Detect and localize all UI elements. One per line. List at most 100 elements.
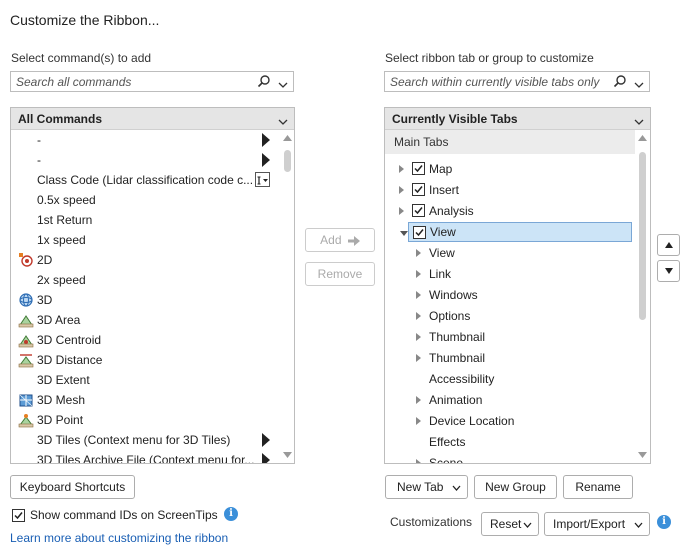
add-button[interactable]: Add bbox=[305, 228, 375, 252]
remove-button-label: Remove bbox=[317, 267, 363, 281]
chevron-down-icon[interactable] bbox=[634, 522, 643, 528]
commands-scrollbar[interactable] bbox=[281, 130, 294, 463]
move-up-button[interactable] bbox=[657, 234, 680, 256]
list-item[interactable]: 3D Mesh bbox=[11, 390, 279, 410]
tree-group-item[interactable]: Device Location bbox=[385, 411, 635, 431]
show-ids-checkbox[interactable] bbox=[12, 509, 25, 522]
chevron-down-icon[interactable] bbox=[634, 115, 644, 125]
search-icon[interactable] bbox=[613, 74, 627, 88]
expand-right-icon[interactable] bbox=[416, 417, 421, 425]
expand-right-icon[interactable] bbox=[416, 333, 421, 341]
info-icon[interactable]: i bbox=[657, 515, 671, 529]
keyboard-shortcuts-button[interactable]: Keyboard Shortcuts bbox=[10, 475, 135, 499]
expand-right-icon[interactable] bbox=[416, 396, 421, 404]
reset-button[interactable]: Reset bbox=[481, 512, 539, 536]
list-item[interactable]: Class Code (Lidar classification code c.… bbox=[11, 170, 279, 190]
tab-checkbox[interactable] bbox=[413, 226, 426, 239]
list-item[interactable]: 3D Tiles Archive File (Context menu for.… bbox=[11, 450, 279, 464]
tree-group-item[interactable]: Animation bbox=[385, 390, 635, 410]
tree-group-item[interactable]: Windows bbox=[385, 285, 635, 305]
scrollbar-thumb[interactable] bbox=[639, 152, 646, 320]
scroll-down-icon[interactable] bbox=[283, 452, 292, 458]
3d-mesh-icon bbox=[18, 392, 34, 408]
list-item[interactable]: 2x speed bbox=[11, 270, 279, 290]
move-down-button[interactable] bbox=[657, 260, 680, 282]
right-search-box[interactable]: Search within currently visible tabs onl… bbox=[384, 71, 650, 92]
expand-right-icon[interactable] bbox=[416, 312, 421, 320]
scroll-down-icon[interactable] bbox=[638, 452, 647, 458]
tabs-dropdown[interactable]: Currently Visible Tabs bbox=[385, 108, 650, 130]
left-search-placeholder: Search all commands bbox=[16, 75, 132, 89]
chevron-down-icon[interactable] bbox=[452, 485, 461, 491]
list-item[interactable]: 3D Tiles (Context menu for 3D Tiles) bbox=[11, 430, 279, 450]
scrollbar-thumb[interactable] bbox=[284, 150, 291, 172]
scroll-up-icon[interactable] bbox=[283, 135, 292, 141]
tabs-scrollbar[interactable] bbox=[636, 130, 649, 463]
list-item-label: 3D Tiles Archive File (Context menu for.… bbox=[37, 453, 255, 464]
list-item[interactable]: 1st Return bbox=[11, 210, 279, 230]
expand-right-icon[interactable] bbox=[416, 270, 421, 278]
left-search-box[interactable]: Search all commands bbox=[10, 71, 294, 92]
list-item[interactable]: 3D Distance bbox=[11, 350, 279, 370]
main-tabs-label: Main Tabs bbox=[394, 135, 449, 149]
tree-item-label: Thumbnail bbox=[429, 351, 486, 365]
tree-group-item[interactable]: Thumbnail bbox=[385, 327, 635, 347]
expand-right-icon[interactable] bbox=[399, 165, 404, 173]
tree-group-item[interactable]: Effects bbox=[385, 432, 635, 452]
list-item[interactable]: 3D Area bbox=[11, 310, 279, 330]
learn-more-link[interactable]: Learn more about customizing the ribbon bbox=[10, 531, 228, 545]
tree-item-label: Analysis bbox=[429, 204, 474, 218]
commands-dropdown-label: All Commands bbox=[18, 112, 103, 126]
list-item-label: 2x speed bbox=[37, 273, 86, 287]
list-item[interactable]: 1x speed bbox=[11, 230, 279, 250]
chevron-down-icon[interactable] bbox=[278, 78, 288, 88]
tree-tab-item[interactable]: Insert bbox=[385, 180, 635, 200]
chevron-down-icon[interactable] bbox=[523, 522, 532, 528]
new-tab-button[interactable]: New Tab bbox=[385, 475, 468, 499]
tree-group-item[interactable]: View bbox=[385, 243, 635, 263]
expand-right-icon[interactable] bbox=[416, 354, 421, 362]
tree-group-item[interactable]: Scene bbox=[385, 453, 635, 463]
expand-down-icon[interactable] bbox=[400, 231, 408, 236]
import-export-button[interactable]: Import/Export bbox=[544, 512, 650, 536]
list-item[interactable]: 3D Centroid bbox=[11, 330, 279, 350]
info-icon[interactable]: i bbox=[224, 507, 238, 521]
tree-tab-item[interactable]: Analysis bbox=[385, 201, 635, 221]
arrow-right-icon bbox=[347, 236, 360, 246]
chevron-down-icon[interactable] bbox=[278, 115, 288, 125]
rename-button[interactable]: Rename bbox=[563, 475, 633, 499]
tree-group-item[interactable]: Accessibility bbox=[385, 369, 635, 389]
tree-group-item[interactable]: Thumbnail bbox=[385, 348, 635, 368]
tab-checkbox[interactable] bbox=[412, 183, 425, 196]
remove-button[interactable]: Remove bbox=[305, 262, 375, 286]
expand-right-icon[interactable] bbox=[399, 207, 404, 215]
list-item[interactable]: 3D Extent bbox=[11, 370, 279, 390]
list-item[interactable]: 2D bbox=[11, 250, 279, 270]
tab-checkbox[interactable] bbox=[412, 162, 425, 175]
tree-group-item[interactable]: Link bbox=[385, 264, 635, 284]
tree-item-label: View bbox=[429, 246, 455, 260]
tree-group-item[interactable]: Options bbox=[385, 306, 635, 326]
tree-item-label: Insert bbox=[429, 183, 460, 197]
search-icon[interactable] bbox=[257, 74, 271, 88]
expand-right-icon[interactable] bbox=[416, 291, 421, 299]
expand-right-icon[interactable] bbox=[416, 249, 421, 257]
scroll-up-icon[interactable] bbox=[638, 135, 647, 141]
expand-right-icon[interactable] bbox=[399, 186, 404, 194]
chevron-down-icon[interactable] bbox=[634, 78, 644, 88]
list-item-label: - bbox=[37, 133, 41, 147]
submenu-arrow-icon bbox=[262, 153, 270, 167]
commands-dropdown[interactable]: All Commands bbox=[11, 108, 294, 130]
dialog-title: Customize the Ribbon... bbox=[10, 12, 160, 28]
tree-tab-item[interactable]: Map bbox=[385, 159, 635, 179]
tree-tab-item[interactable]: View bbox=[400, 222, 632, 242]
list-item[interactable]: 3D bbox=[11, 290, 279, 310]
tab-checkbox[interactable] bbox=[412, 204, 425, 217]
list-item[interactable]: - bbox=[11, 150, 279, 170]
expand-right-icon[interactable] bbox=[416, 459, 421, 463]
move-down-icon bbox=[664, 268, 673, 274]
new-group-button[interactable]: New Group bbox=[474, 475, 557, 499]
list-item[interactable]: 0.5x speed bbox=[11, 190, 279, 210]
list-item[interactable]: - bbox=[11, 130, 279, 150]
list-item[interactable]: 3D Point bbox=[11, 410, 279, 430]
